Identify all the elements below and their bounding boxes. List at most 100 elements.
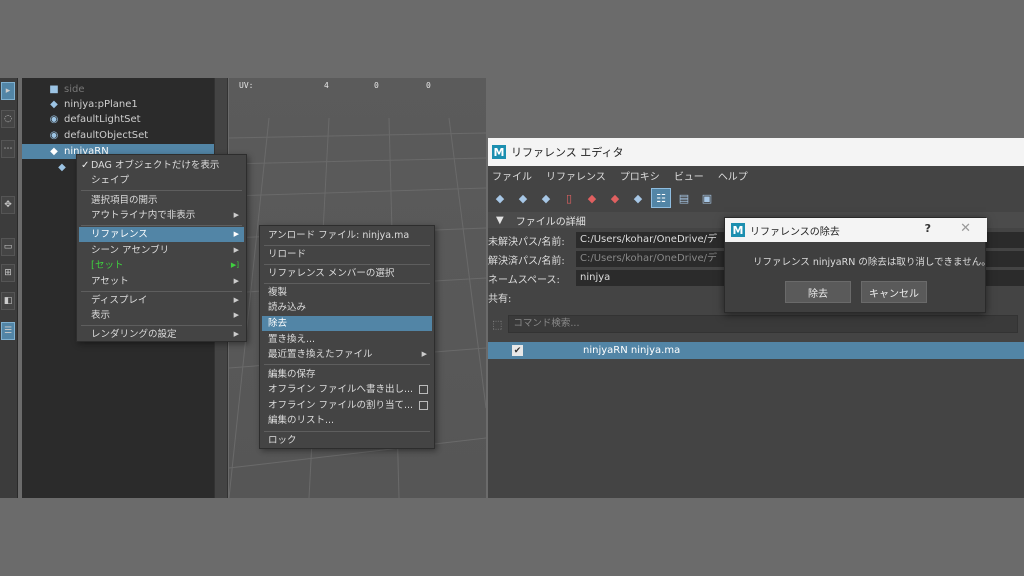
menu-item-reference[interactable]: リファレンス ▶ bbox=[79, 227, 244, 242]
menu-reference[interactable]: リファレンス bbox=[546, 168, 606, 183]
select-tool-icon[interactable]: ▸ bbox=[1, 82, 15, 100]
cancel-button[interactable]: キャンセル bbox=[861, 281, 927, 303]
menu-view[interactable]: ビュー bbox=[674, 168, 704, 183]
reference-editor-window: M リファレンス エディタ ファイル リファレンス プロキシ ビュー ヘルプ ◆… bbox=[488, 138, 1024, 498]
outliner-item-label: side bbox=[64, 84, 85, 95]
outliner-child-item[interactable]: ◆ bbox=[56, 160, 68, 175]
remove-reference-dialog: M リファレンスの除去 ? ✕ リファレンス ninjyaRN の除去は取り消し… bbox=[724, 217, 991, 313]
menu-item-display[interactable]: ディスプレイ ▶ bbox=[79, 293, 244, 308]
outliner-item-label: defaultObjectSet bbox=[64, 130, 149, 141]
load-reference-icon[interactable]: ◆ bbox=[513, 188, 533, 208]
help-icon[interactable]: ? bbox=[925, 222, 931, 235]
resolved-path-label: 解決済パス/名前: bbox=[488, 256, 565, 267]
unload-reference-icon[interactable]: ◆ bbox=[536, 188, 556, 208]
command-search-bar: ⬚ コマンド検索... bbox=[488, 314, 1024, 334]
menu-item-assets[interactable]: アセット ▶ bbox=[79, 274, 244, 289]
option-box-icon[interactable] bbox=[419, 385, 428, 394]
submenu-arrow-icon: ▶ bbox=[233, 211, 239, 219]
outliner-item-pplane[interactable]: ◆ ninjya:pPlane1 bbox=[48, 97, 138, 112]
command-search-input[interactable]: コマンド検索... bbox=[508, 315, 1019, 333]
uv-value-u: 4 bbox=[324, 81, 329, 90]
submenu-item-lock[interactable]: ロック bbox=[262, 433, 432, 448]
checkmark-icon: ✓ bbox=[81, 160, 90, 171]
layout-two-icon[interactable]: ◧ bbox=[1, 292, 15, 310]
dialog-titlebar[interactable]: M リファレンスの除去 bbox=[725, 218, 987, 242]
outliner-item-label: defaultLightSet bbox=[64, 114, 141, 125]
layout-four-icon[interactable]: ⊞ bbox=[1, 264, 15, 282]
menu-item-sets[interactable]: [セット ▶] bbox=[79, 258, 244, 273]
remove-reference-icon[interactable]: ▯ bbox=[559, 188, 579, 208]
reload-reference-icon[interactable]: ◆ bbox=[582, 188, 602, 208]
submenu-item-select-members[interactable]: リファレンス メンバーの選択 bbox=[262, 266, 432, 281]
reference-submenu: アンロード ファイル: ninjya.ma リロード リファレンス メンバーの選… bbox=[259, 225, 435, 449]
menu-item-shapes[interactable]: シェイプ bbox=[79, 173, 244, 188]
reference-editor-menubar: ファイル リファレンス プロキシ ビュー ヘルプ bbox=[488, 166, 1024, 184]
submenu-arrow-icon: ▶ bbox=[233, 277, 239, 285]
paint-select-icon[interactable]: ⋯ bbox=[1, 140, 15, 158]
menu-separator bbox=[81, 190, 242, 191]
submenu-item-remove[interactable]: 除去 bbox=[262, 316, 432, 331]
menu-item-reveal-selected[interactable]: 選択項目の開示 bbox=[79, 193, 244, 208]
submenu-arrow-icon: ▶ bbox=[233, 296, 239, 304]
outliner-item-side[interactable]: ■ side bbox=[48, 82, 85, 97]
menu-separator bbox=[264, 364, 430, 365]
maya-logo-icon: M bbox=[492, 145, 506, 159]
submenu-item-duplicate[interactable]: 複製 bbox=[262, 285, 432, 300]
duplicate-reference-icon[interactable]: ◆ bbox=[628, 188, 648, 208]
submenu-item-reload[interactable]: リロード bbox=[262, 247, 432, 262]
menu-separator bbox=[81, 291, 242, 292]
layout-single-icon[interactable]: ▭ bbox=[1, 238, 15, 256]
menu-item-hide-in-outliner[interactable]: アウトライナ内で非表示 ▶ bbox=[79, 208, 244, 223]
submenu-item-recent-replaced[interactable]: 最近置き換えたファイル ▶ bbox=[262, 347, 432, 362]
menu-item-dag-only[interactable]: ✓ DAG オブジェクトだけを表示 bbox=[79, 158, 244, 173]
submenu-item-assign-offline[interactable]: オフライン ファイルの割り当て... bbox=[262, 398, 432, 413]
dialog-title: リファレンスの除去 bbox=[750, 226, 840, 238]
menu-item-scene-assembly[interactable]: シーン アセンブリ ▶ bbox=[79, 243, 244, 258]
option-box-icon[interactable] bbox=[419, 401, 428, 410]
submenu-arrow-icon: ▶ bbox=[233, 330, 239, 338]
create-reference-icon[interactable]: ◆ bbox=[490, 188, 510, 208]
menu-item-show[interactable]: 表示 ▶ bbox=[79, 308, 244, 323]
submenu-item-unload[interactable]: アンロード ファイル: ninjya.ma bbox=[262, 228, 432, 243]
outliner-item-lightset[interactable]: ◉ defaultLightSet bbox=[48, 112, 141, 127]
dialog-message: リファレンス ninjyaRN の除去は取り消しできません。 bbox=[753, 257, 991, 268]
shared-label: 共有: bbox=[488, 294, 512, 305]
submenu-item-replace[interactable]: 置き換え... bbox=[262, 332, 432, 347]
outliner-layout-icon[interactable]: ☰ bbox=[1, 322, 15, 340]
menu-item-render-setup[interactable]: レンダリングの設定 ▶ bbox=[79, 327, 244, 342]
maya-logo-icon: M bbox=[731, 223, 745, 237]
collapse-arrow-icon: ▼ bbox=[496, 214, 504, 226]
list-view-icon[interactable]: ☷ bbox=[651, 188, 671, 208]
outliner-item-objectset[interactable]: ◉ defaultObjectSet bbox=[48, 128, 149, 143]
submenu-arrow-icon: ▶ bbox=[233, 311, 239, 319]
tool-strip: ▸ ◌ ⋯ ✥ ▭ ⊞ ◧ ☰ bbox=[0, 78, 18, 498]
submenu-item-export-offline[interactable]: オフライン ファイルへ書き出し... bbox=[262, 382, 432, 397]
reference-list-row[interactable]: ✔ ninjyaRN ninjya.ma bbox=[488, 342, 1024, 359]
menu-separator bbox=[264, 431, 430, 432]
import-reference-icon[interactable]: ◆ bbox=[605, 188, 625, 208]
uv-value-w: 0 bbox=[426, 81, 431, 90]
submenu-arrow-icon: ▶] bbox=[230, 261, 239, 269]
lasso-tool-icon[interactable]: ◌ bbox=[1, 110, 15, 128]
submenu-item-save-edits[interactable]: 編集の保存 bbox=[262, 367, 432, 382]
close-icon[interactable]: ✕ bbox=[960, 221, 971, 236]
reference-editor-title: リファレンス エディタ bbox=[511, 146, 624, 159]
uv-label: UV: bbox=[239, 81, 254, 90]
submenu-item-list-edits[interactable]: 編集のリスト... bbox=[262, 413, 432, 428]
settings-view-icon[interactable]: ▣ bbox=[697, 188, 717, 208]
remove-button[interactable]: 除去 bbox=[785, 281, 851, 303]
reference-editor-titlebar[interactable]: M リファレンス エディタ bbox=[488, 138, 1024, 166]
reference-loaded-checkbox[interactable]: ✔ bbox=[512, 345, 523, 356]
search-icon: ⬚ bbox=[492, 317, 503, 331]
set-icon: ◉ bbox=[49, 114, 59, 125]
file-details-label: ファイルの詳細 bbox=[515, 216, 586, 228]
submenu-item-import[interactable]: 読み込み bbox=[262, 300, 432, 315]
list-edits-icon[interactable]: ▤ bbox=[674, 188, 694, 208]
menu-separator bbox=[81, 225, 242, 226]
reference-row-label: ninjyaRN ninjya.ma bbox=[583, 345, 681, 356]
menu-proxy[interactable]: プロキシ bbox=[620, 168, 660, 183]
move-tool-icon[interactable]: ✥ bbox=[1, 196, 15, 214]
menu-help[interactable]: ヘルプ bbox=[718, 168, 748, 183]
menu-separator bbox=[264, 283, 430, 284]
menu-file[interactable]: ファイル bbox=[492, 168, 532, 183]
